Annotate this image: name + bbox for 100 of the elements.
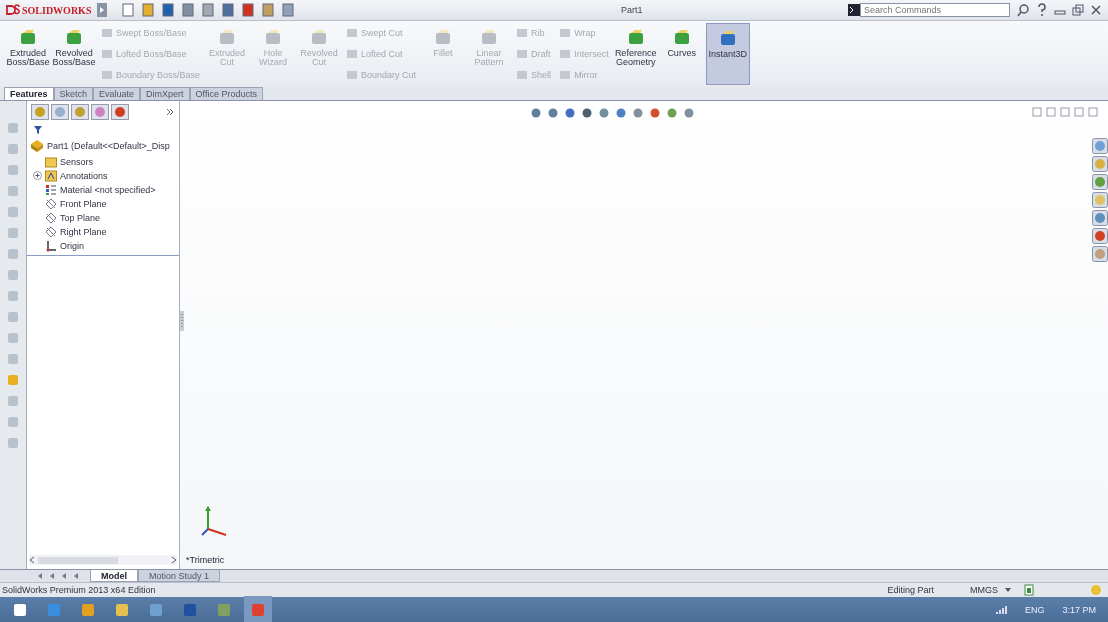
view-tool-icon[interactable]	[666, 107, 678, 119]
task-pane-tab-icon[interactable]	[1092, 192, 1108, 208]
expand-icon[interactable]	[33, 171, 42, 180]
ribbon-button[interactable]: Curves	[659, 23, 704, 85]
model-tab[interactable]: Model	[90, 570, 138, 582]
taskbar-app-icon[interactable]	[80, 601, 96, 618]
toolbar-icon[interactable]	[121, 3, 136, 17]
filter-icon[interactable]	[33, 125, 43, 135]
ribbon-button[interactable]: Revolved Boss/Base	[52, 23, 96, 85]
view-tool-icon[interactable]	[615, 107, 627, 119]
taskbar-app-icon[interactable]	[12, 601, 28, 618]
model-tab[interactable]: Motion Study 1	[138, 570, 221, 582]
clock-text[interactable]: 3:17 PM	[1062, 604, 1096, 615]
chevron-icon[interactable]	[165, 107, 175, 117]
splitter-handle-icon[interactable]	[180, 311, 184, 331]
task-pane-tab-icon[interactable]	[1092, 138, 1108, 154]
view-orientation-label: *Trimetric	[186, 555, 225, 565]
feature-icon	[101, 48, 113, 60]
tree-item[interactable]: Annotations	[60, 170, 108, 181]
folder-icon	[45, 155, 57, 168]
feature-icon	[559, 48, 572, 60]
task-pane-tab-icon[interactable]	[1092, 210, 1108, 226]
panel-tab-icon[interactable]	[91, 104, 109, 120]
panel-tab-icon[interactable]	[71, 104, 89, 120]
units-dropdown[interactable]: MMGS	[970, 585, 998, 595]
material-icon	[45, 183, 57, 196]
toolbar-icon[interactable]	[161, 3, 176, 17]
tree-item[interactable]: Right Plane	[60, 226, 107, 237]
horizontal-scrollbar[interactable]	[29, 555, 177, 565]
ribbon-tab[interactable]: DimXpert	[140, 87, 190, 100]
panel-tab-icon[interactable]	[51, 104, 69, 120]
origin-icon	[45, 239, 57, 252]
feature-icon	[516, 48, 529, 60]
feature-icon	[218, 29, 237, 47]
task-pane-tab-icon[interactable]	[1092, 228, 1108, 244]
panel-tab-icon[interactable]	[31, 104, 49, 120]
search-icon[interactable]	[1016, 3, 1030, 17]
feature-icon	[434, 29, 453, 47]
tree-item[interactable]: Top Plane	[60, 212, 101, 223]
view-tool-icon[interactable]	[564, 107, 576, 119]
view-tool-icon[interactable]	[632, 107, 644, 119]
graphics-area[interactable]: *Trimetric	[180, 101, 1108, 569]
view-tool-icon[interactable]	[581, 107, 593, 119]
taskbar-app-icon[interactable]	[114, 601, 130, 618]
toolbar-icon[interactable]	[241, 3, 256, 17]
ribbon-button[interactable]: Extruded Boss/Base	[6, 23, 50, 85]
feature-icon	[346, 27, 359, 40]
caret-icon[interactable]	[1004, 586, 1012, 594]
edition-text: SolidWorks Premium 2013 x64 Edition	[2, 585, 156, 595]
ribbon-button[interactable]: Reference Geometry	[613, 23, 658, 85]
feature-icon	[559, 68, 572, 81]
feature-icon	[718, 30, 737, 48]
annotation-icon	[45, 169, 57, 182]
tree-item[interactable]: Origin	[60, 240, 84, 251]
search-field[interactable]: Search Commands	[860, 3, 1010, 17]
task-pane-tab-icon[interactable]	[1092, 246, 1108, 262]
view-tool-icon[interactable]	[547, 107, 559, 119]
scroll-left-icon[interactable]	[29, 556, 35, 564]
feature-icon	[346, 68, 359, 81]
ribbon-tab[interactable]: Features	[4, 87, 54, 100]
feature-icon	[264, 29, 283, 47]
toolbar-icon[interactable]	[181, 3, 196, 17]
feature-icon	[19, 29, 37, 47]
ribbon-tab[interactable]: Office Products	[189, 87, 263, 100]
tree-item[interactable]: Front Plane	[60, 198, 107, 209]
toolbar-icon[interactable]	[201, 3, 216, 17]
language-indicator[interactable]: ENG	[1024, 604, 1045, 615]
tree-item[interactable]: Part1 (Default<<Default>_Disp	[47, 141, 170, 151]
status-text: Editing Part	[887, 585, 934, 595]
task-pane-tab-icon[interactable]	[1092, 174, 1108, 190]
feature-icon	[516, 27, 529, 40]
task-pane-tab-icon[interactable]	[1092, 156, 1108, 172]
app-logo: SOLIDWORKS	[22, 4, 92, 16]
feature-icon	[480, 29, 499, 47]
view-tool-icon[interactable]	[683, 107, 695, 119]
network-icon[interactable]	[994, 604, 1007, 615]
ds-logo-icon	[6, 4, 20, 16]
help-icon[interactable]	[1036, 3, 1048, 17]
tree-item[interactable]: Material <not specified>	[60, 184, 156, 195]
view-tool-icon[interactable]	[649, 107, 661, 119]
feature-icon	[101, 68, 113, 81]
ribbon-tab[interactable]: Sketch	[53, 87, 94, 100]
ribbon-button[interactable]: Instant3D	[705, 23, 750, 85]
feature-icon	[626, 29, 645, 47]
ribbon-tab[interactable]: Evaluate	[93, 87, 141, 100]
toolbar-icon[interactable]	[141, 3, 156, 17]
part-icon	[30, 139, 44, 153]
terminal-icon	[848, 4, 860, 16]
toolbar-icon[interactable]	[261, 3, 276, 17]
tree-item[interactable]: Sensors	[60, 156, 94, 167]
view-tool-icon[interactable]	[530, 107, 542, 119]
feature-icon	[672, 29, 691, 47]
toolbar-icon[interactable]	[281, 3, 296, 17]
feature-icon	[516, 68, 529, 81]
view-tool-icon[interactable]	[598, 107, 610, 119]
plane-icon	[45, 197, 57, 210]
plane-icon	[45, 211, 57, 224]
scroll-right-icon[interactable]	[171, 556, 177, 564]
toolbar-icon[interactable]	[221, 3, 236, 17]
panel-tab-icon[interactable]	[111, 104, 129, 120]
